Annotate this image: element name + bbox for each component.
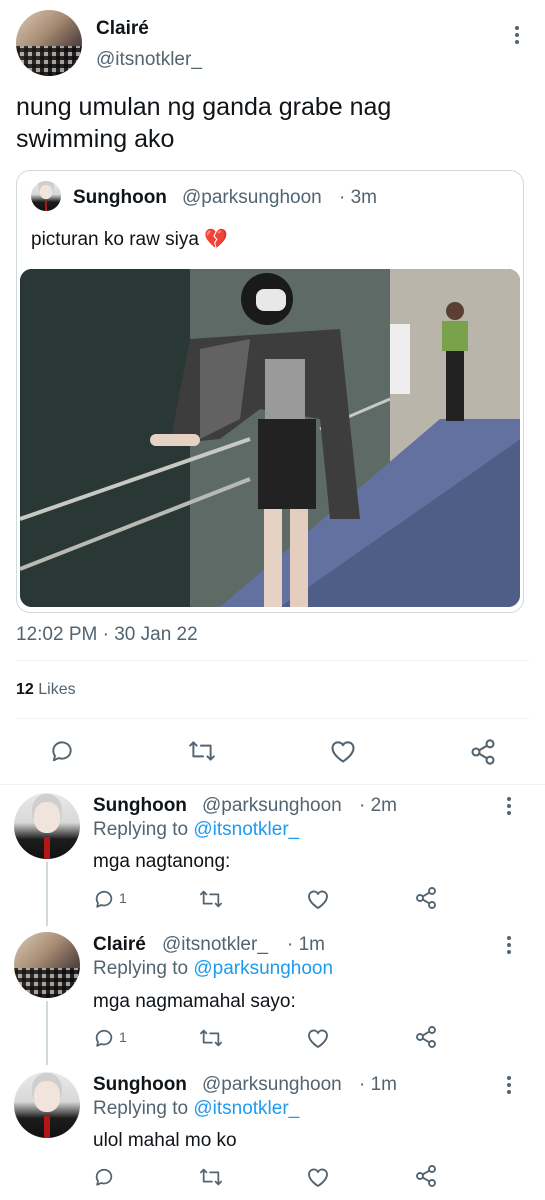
replying-prefix: Replying to: [93, 819, 189, 840]
speech-bubble-icon[interactable]: [49, 738, 75, 764]
thread-line: [46, 862, 48, 926]
speech-bubble-icon[interactable]: [93, 888, 115, 910]
more-vertical-icon[interactable]: [507, 1076, 511, 1097]
replying-prefix: Replying to: [93, 1098, 189, 1119]
tweet-timestamp[interactable]: 12:02 PM · 30 Jan 22: [16, 624, 198, 646]
replying-to-link[interactable]: @itsnotkler_: [193, 819, 299, 840]
quoted-author-handle[interactable]: @parksunghoon: [182, 187, 322, 209]
reply-text: mga nagtanong:: [93, 851, 231, 872]
avatar[interactable]: [14, 932, 80, 998]
tweet-text: nung umulan ng ganda grabe nag swimming …: [16, 93, 392, 153]
heart-icon[interactable]: [306, 888, 330, 910]
avatar[interactable]: [14, 793, 80, 859]
tweet-photo[interactable]: [20, 269, 520, 607]
avatar[interactable]: [31, 181, 61, 211]
photo-scene: [20, 269, 520, 607]
quoted-time: · 3m: [339, 187, 377, 208]
author-handle[interactable]: @itsnotkler_: [162, 934, 268, 956]
reply-time: · 1m: [287, 934, 325, 955]
share-icon[interactable]: [469, 738, 497, 766]
retweet-icon[interactable]: [188, 738, 216, 764]
more-vertical-icon[interactable]: [515, 26, 519, 47]
more-vertical-icon[interactable]: [507, 797, 511, 818]
replying-to: Replying to @parksunghoon: [93, 958, 333, 980]
reply-time: · 2m: [359, 795, 397, 816]
reply-count: 1: [119, 1029, 127, 1045]
likes-count: 12: [16, 681, 34, 698]
author-handle[interactable]: @itsnotkler_: [96, 49, 202, 71]
heart-icon[interactable]: [306, 1027, 330, 1049]
speech-bubble-icon[interactable]: [93, 1166, 115, 1188]
author-name[interactable]: Sunghoon: [93, 795, 187, 817]
author-handle[interactable]: @parksunghoon: [202, 795, 342, 817]
divider: [16, 660, 529, 661]
share-icon[interactable]: [414, 1025, 438, 1049]
divider: [16, 718, 529, 719]
author-handle[interactable]: @parksunghoon: [202, 1074, 342, 1096]
reply-text: ulol mahal mo ko: [93, 1130, 237, 1151]
author-name[interactable]: Sunghoon: [93, 1074, 187, 1096]
replying-to: Replying to @itsnotkler_: [93, 819, 299, 841]
retweet-icon[interactable]: [199, 1166, 223, 1188]
replying-prefix: Replying to: [93, 958, 189, 979]
author-name[interactable]: Clairé: [93, 934, 146, 956]
replying-to-link[interactable]: @itsnotkler_: [193, 1098, 299, 1119]
heart-icon[interactable]: [329, 738, 357, 764]
share-icon[interactable]: [414, 886, 438, 910]
avatar[interactable]: [16, 10, 82, 76]
reply-count: 1: [119, 890, 127, 906]
retweet-icon[interactable]: [199, 1027, 223, 1049]
author-name[interactable]: Clairé: [96, 18, 149, 40]
replying-to: Replying to @itsnotkler_: [93, 1098, 299, 1120]
retweet-icon[interactable]: [199, 888, 223, 910]
reply-time: · 1m: [359, 1074, 397, 1095]
share-icon[interactable]: [414, 1164, 438, 1188]
replying-to-link[interactable]: @parksunghoon: [193, 958, 333, 979]
divider: [0, 784, 545, 785]
quoted-tweet[interactable]: Sunghoon @parksunghoon · 3m picturan ko …: [16, 170, 524, 613]
avatar[interactable]: [14, 1072, 80, 1138]
reply-text: mga nagmamahal sayo:: [93, 991, 296, 1012]
more-vertical-icon[interactable]: [507, 936, 511, 957]
quoted-text: picturan ko raw siya 💔: [31, 229, 228, 250]
likes-label: Likes: [38, 681, 76, 698]
speech-bubble-icon[interactable]: [93, 1027, 115, 1049]
thread-line: [46, 1001, 48, 1065]
quoted-author-name[interactable]: Sunghoon: [73, 187, 167, 209]
likes-summary[interactable]: 12 Likes: [16, 681, 76, 699]
heart-icon[interactable]: [306, 1166, 330, 1188]
